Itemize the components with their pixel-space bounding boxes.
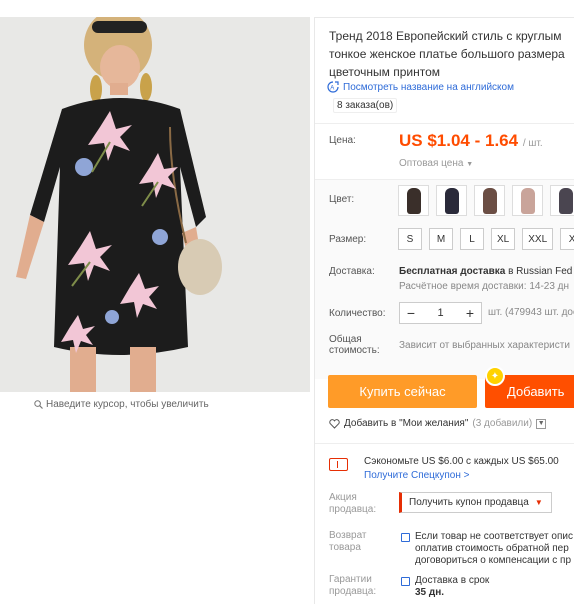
color-swatch[interactable] bbox=[398, 185, 429, 216]
guarantee-label-line: продавца: bbox=[329, 586, 377, 597]
quantity-increase-button[interactable]: + bbox=[459, 305, 481, 321]
chevron-down-icon[interactable]: ▼ bbox=[536, 418, 547, 429]
color-swatch[interactable] bbox=[474, 185, 505, 216]
dress-thumbnail-icon bbox=[444, 187, 459, 214]
heart-icon bbox=[329, 418, 340, 429]
wishlist-text: Добавить в "Мои желания" bbox=[344, 418, 469, 429]
return-policy-icon bbox=[401, 533, 410, 542]
shipping-destination: в Russian Fed bbox=[508, 266, 573, 277]
return-policy-text: Если товар не соответствует опис оплатив… bbox=[415, 531, 573, 567]
wholesale-label: Оптовая цена bbox=[399, 158, 464, 169]
quantity-stepper: − 1 + bbox=[399, 302, 482, 324]
seller-promo-label-line: Акция bbox=[329, 492, 357, 503]
product-info-column: Тренд 2018 Европейский стиль с круглым т… bbox=[314, 17, 574, 604]
stock-available: шт. (479943 шт. дос bbox=[488, 307, 574, 318]
size-label: Размер: bbox=[329, 234, 367, 245]
dress-thumbnail-icon bbox=[482, 187, 497, 214]
total-label-line: Общая bbox=[329, 334, 362, 345]
title-line: Тренд 2018 Европейский стиль с круглым bbox=[329, 29, 562, 43]
shipping-label: Доставка: bbox=[329, 266, 375, 277]
product-image[interactable] bbox=[0, 17, 310, 392]
wishlist-count: (3 добавили) bbox=[472, 418, 533, 429]
caret-down-icon: ▼ bbox=[534, 498, 543, 507]
coupon-icon bbox=[329, 458, 348, 471]
return-policy-line: договориться о компенсации с пр bbox=[415, 555, 572, 566]
color-swatches bbox=[398, 185, 574, 216]
quantity-input[interactable]: 1 bbox=[437, 307, 443, 319]
seller-promo-label: Акция продавца: bbox=[329, 492, 376, 516]
wholesale-price-toggle[interactable]: Оптовая цена ▼ bbox=[399, 158, 473, 169]
zoom-hint: Наведите курсор, чтобы увеличить bbox=[34, 399, 209, 410]
seller-promo-label-line: продавца: bbox=[329, 504, 377, 515]
dress-thumbnail-icon bbox=[520, 187, 535, 214]
color-label: Цвет: bbox=[329, 194, 355, 205]
return-policy-line: оплатив стоимость обратной пер bbox=[415, 543, 569, 554]
chevron-down-icon: ▼ bbox=[466, 161, 474, 168]
price-value: US $1.04 - 1.64 / шт. bbox=[399, 131, 543, 151]
shipping-info[interactable]: Бесплатная доставка в Russian Fed bbox=[399, 266, 572, 277]
return-label-line: Возврат bbox=[329, 530, 367, 541]
size-option[interactable]: L bbox=[460, 228, 484, 250]
total-price-note: Зависит от выбранных характеристи bbox=[399, 340, 570, 351]
translate-link-text: Посмотреть название на английском bbox=[343, 81, 514, 93]
free-shipping-text: Бесплатная доставка bbox=[399, 266, 506, 277]
color-swatch[interactable] bbox=[550, 185, 574, 216]
return-label-line: товара bbox=[329, 542, 361, 553]
magnifier-icon bbox=[34, 400, 43, 409]
zoom-hint-text: Наведите курсор, чтобы увеличить bbox=[46, 399, 209, 410]
total-label: Общая стоимость: bbox=[329, 334, 380, 356]
orders-count: 8 заказа(ов) bbox=[332, 98, 398, 113]
truck-icon bbox=[401, 577, 410, 586]
translate-icon: A bbox=[327, 81, 339, 93]
coin-icon: ✦ bbox=[485, 366, 505, 386]
guarantee-line: Доставка в срок bbox=[415, 575, 490, 586]
return-policy-line: Если товар не соответствует опис bbox=[415, 531, 573, 542]
get-coupon-link[interactable]: Получите Спецкупон > bbox=[364, 470, 470, 481]
gallery-column: Наведите курсор, чтобы увеличить bbox=[0, 0, 310, 604]
guarantee-label: Гарантии продавца: bbox=[329, 574, 376, 598]
total-label-line: стоимость: bbox=[329, 345, 380, 356]
seller-coupon-text: Получить купон продавца bbox=[409, 497, 529, 508]
svg-text:A: A bbox=[330, 86, 334, 92]
dress-photo bbox=[0, 17, 310, 392]
size-options: S M L XL XXL X bbox=[398, 228, 574, 250]
title-line: тонкое женское платье большого размера bbox=[329, 47, 565, 61]
get-seller-coupon-button[interactable]: Получить купон продавца ▼ bbox=[399, 492, 552, 513]
quantity-label: Количество: bbox=[329, 308, 386, 319]
translate-title-link[interactable]: A Посмотреть название на английском bbox=[327, 81, 514, 93]
coupon-save-text: Сэкономьте US $6.00 с каждых US $65.00 bbox=[364, 456, 559, 467]
color-swatch[interactable] bbox=[512, 185, 543, 216]
buy-now-button[interactable]: Купить сейчас bbox=[328, 375, 477, 408]
coupon-section: Сэкономьте US $6.00 с каждых US $65.00 П… bbox=[315, 443, 574, 604]
dress-thumbnail-icon bbox=[406, 187, 421, 214]
size-option[interactable]: S bbox=[398, 228, 422, 250]
product-title: Тренд 2018 Европейский стиль с круглым т… bbox=[329, 27, 574, 81]
quantity-decrease-button[interactable]: − bbox=[400, 305, 422, 321]
size-option[interactable]: XXL bbox=[522, 228, 554, 250]
delivery-estimate: Расчётное время доставки: 14-23 дн bbox=[399, 281, 570, 292]
color-swatch[interactable] bbox=[436, 185, 467, 216]
dress-thumbnail-icon bbox=[558, 187, 573, 214]
guarantee-days: 35 дн. bbox=[415, 587, 445, 598]
size-option[interactable]: XL bbox=[491, 228, 516, 250]
size-option[interactable]: X bbox=[560, 228, 574, 250]
title-line: цветочным принтом bbox=[329, 65, 441, 79]
price-section: Цена: US $1.04 - 1.64 / шт. Оптовая цена… bbox=[315, 123, 574, 179]
price-range: US $1.04 - 1.64 bbox=[399, 131, 519, 150]
price-label: Цена: bbox=[329, 135, 356, 146]
size-option[interactable]: M bbox=[429, 228, 453, 250]
return-label: Возврат товара bbox=[329, 530, 367, 554]
add-to-wishlist[interactable]: Добавить в "Мои желания" (3 добавили) ▼ bbox=[329, 418, 547, 429]
price-unit: / шт. bbox=[522, 138, 543, 149]
options-section: Цвет: Размер: S M L XL XXL X Доставка: Б… bbox=[315, 179, 574, 379]
guarantee-label-line: Гарантии bbox=[329, 574, 372, 585]
guarantee-text: Доставка в срок 35 дн. bbox=[415, 575, 489, 599]
